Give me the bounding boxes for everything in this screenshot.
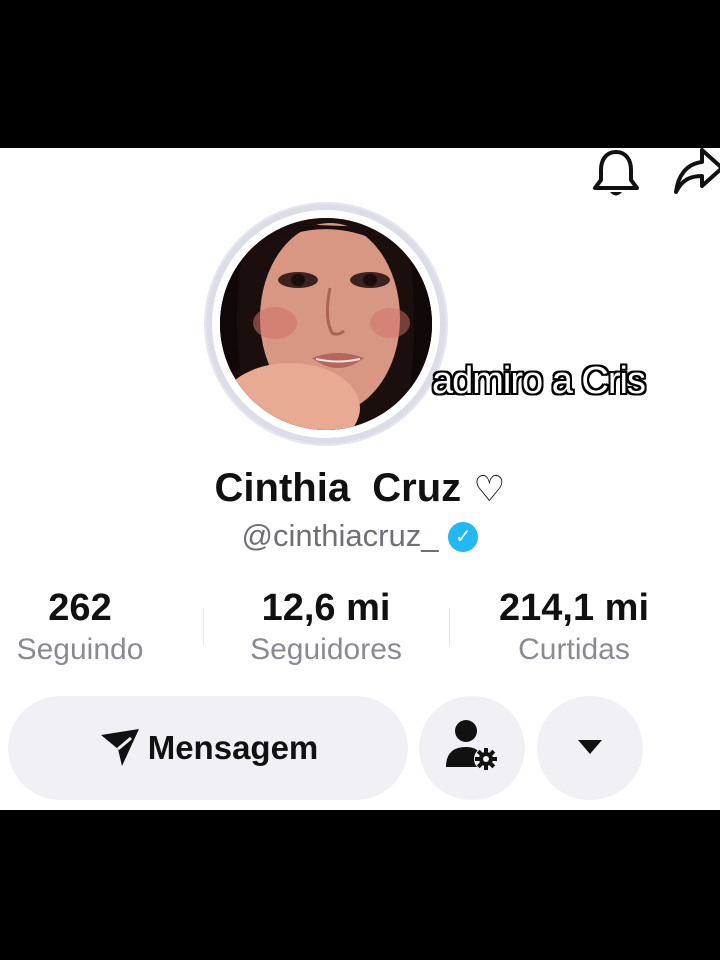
stat-likes[interactable]: 214,1 mi Curtidas xyxy=(474,586,674,670)
stat-following[interactable]: 262 Seguindo xyxy=(0,586,160,670)
more-options-button[interactable] xyxy=(537,696,643,800)
profile-screen: admiro a Cris Cinthia Cruz ♡ @cinthiacruz… xyxy=(0,148,720,810)
stat-likes-value: 214,1 mi xyxy=(499,587,649,629)
stat-following-value: 262 xyxy=(48,587,112,629)
overlay-caption: admiro a Cris xyxy=(432,360,646,402)
video-letterbox-bottom xyxy=(0,810,720,960)
add-friend-icon xyxy=(442,717,502,780)
stat-likes-label: Curtidas xyxy=(518,633,630,666)
profile-name-row: Cinthia Cruz ♡ xyxy=(0,466,720,511)
stat-divider xyxy=(203,608,204,646)
profile-handle-row: @cinthiacruz_ ✓ xyxy=(0,518,720,554)
stat-followers-label: Seguidores xyxy=(250,633,402,666)
heart-icon: ♡ xyxy=(473,468,506,509)
verified-icon: ✓ xyxy=(448,522,479,552)
avatar[interactable] xyxy=(220,218,432,430)
stat-following-label: Seguindo xyxy=(16,633,144,666)
stat-divider xyxy=(449,608,450,646)
add-friend-button[interactable] xyxy=(419,696,525,800)
bell-icon[interactable] xyxy=(590,148,642,200)
stat-followers-value: 12,6 mi xyxy=(261,587,391,629)
profile-handle[interactable]: @cinthiacruz_ xyxy=(242,518,439,553)
message-button-label: Mensagem xyxy=(147,729,319,766)
video-letterbox-top xyxy=(0,0,720,148)
stat-followers[interactable]: 12,6 mi Seguidores xyxy=(226,586,426,670)
share-icon[interactable] xyxy=(672,148,720,200)
message-button[interactable]: Mensagem xyxy=(8,696,408,800)
profile-name: Cinthia Cruz xyxy=(214,466,462,510)
send-icon xyxy=(98,725,142,772)
caret-down-icon xyxy=(576,737,604,760)
